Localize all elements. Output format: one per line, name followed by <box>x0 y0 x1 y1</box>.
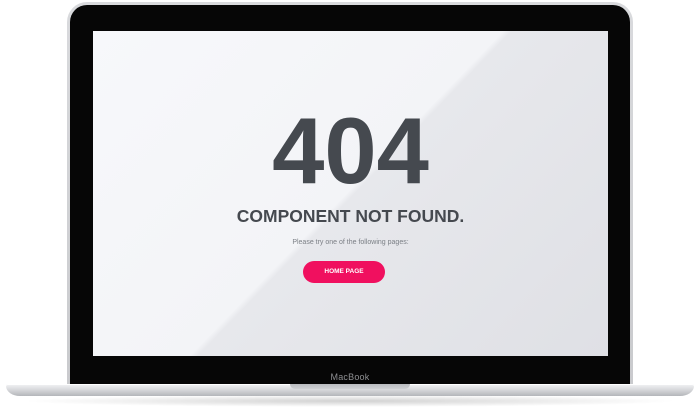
error-code: 404 <box>272 98 429 203</box>
page-title: COMPONENT NOT FOUND. <box>236 206 465 226</box>
page-subtitle: Please try one of the following pages: <box>292 239 409 246</box>
error-page: 404 COMPONENT NOT FOUND. Please try one … <box>93 31 608 356</box>
home-page-button[interactable]: HOME PAGE <box>303 261 385 283</box>
laptop-shadow <box>20 395 680 407</box>
laptop-mockup: 404 COMPONENT NOT FOUND. Please try one … <box>0 0 700 409</box>
lid-opening-notch <box>290 384 410 389</box>
laptop-screen: 404 COMPONENT NOT FOUND. Please try one … <box>93 31 608 356</box>
device-brand-label: MacBook <box>330 372 370 382</box>
